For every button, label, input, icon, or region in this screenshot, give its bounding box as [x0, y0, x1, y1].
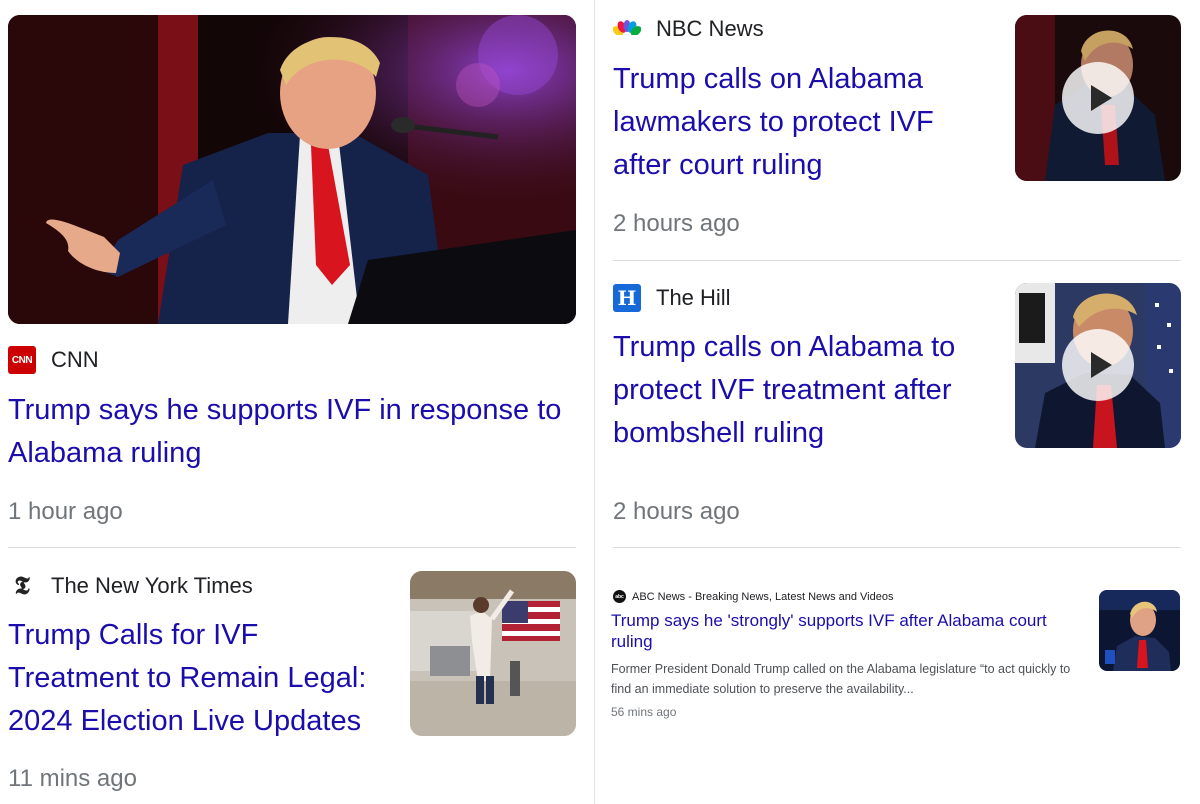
nbc-peacock-icon	[613, 18, 641, 40]
source-the-hill[interactable]: H The Hill	[613, 284, 731, 312]
article-timestamp: 56 mins ago	[611, 705, 677, 719]
source-name: NBC News	[656, 16, 764, 41]
the-hill-logo-icon: H	[613, 284, 641, 312]
nbc-video-thumbnail[interactable]	[1015, 15, 1181, 181]
source-abc[interactable]: abc ABC News - Breaking News, Latest New…	[613, 590, 893, 603]
divider	[613, 547, 1181, 548]
article-timestamp: 2 hours ago	[613, 498, 740, 525]
article-title[interactable]: Trump Calls for IVF Treatment to Remain …	[8, 614, 388, 743]
article-title[interactable]: Trump calls on Alabama lawmakers to prot…	[613, 58, 993, 187]
source-name: The Hill	[656, 285, 731, 310]
source-name: CNN	[51, 347, 99, 372]
article-title[interactable]: Trump says he supports IVF in response t…	[8, 389, 588, 475]
play-video-icon[interactable]	[1062, 329, 1134, 401]
source-name: The New York Times	[51, 573, 253, 598]
article-title[interactable]: Trump says he 'strongly' supports IVF af…	[611, 610, 1081, 652]
source-cnn[interactable]: CNN CNN	[8, 346, 99, 374]
article-timestamp: 2 hours ago	[613, 210, 740, 237]
source-nyt[interactable]: 𝕿 The New York Times	[8, 571, 253, 600]
column-divider	[594, 0, 595, 804]
cnn-logo-icon: CNN	[8, 346, 36, 374]
nyt-logo-icon: 𝕿	[14, 571, 30, 600]
abc-logo-icon: abc	[613, 590, 626, 603]
abc-article-image[interactable]	[1099, 590, 1180, 671]
source-nbc[interactable]: NBC News	[613, 18, 764, 40]
source-name: ABC News - Breaking News, Latest News an…	[632, 590, 894, 603]
nyt-article-image[interactable]	[410, 571, 576, 736]
cnn-article-image[interactable]	[8, 15, 576, 324]
article-timestamp: 11 mins ago	[8, 765, 137, 792]
play-video-icon[interactable]	[1062, 62, 1134, 134]
divider	[8, 547, 576, 548]
the-hill-video-thumbnail[interactable]	[1015, 283, 1181, 448]
article-snippet: Former President Donald Trump called on …	[611, 662, 1071, 696]
article-title[interactable]: Trump calls on Alabama to protect IVF tr…	[613, 326, 993, 455]
divider	[613, 260, 1181, 261]
article-timestamp: 1 hour ago	[8, 498, 123, 525]
